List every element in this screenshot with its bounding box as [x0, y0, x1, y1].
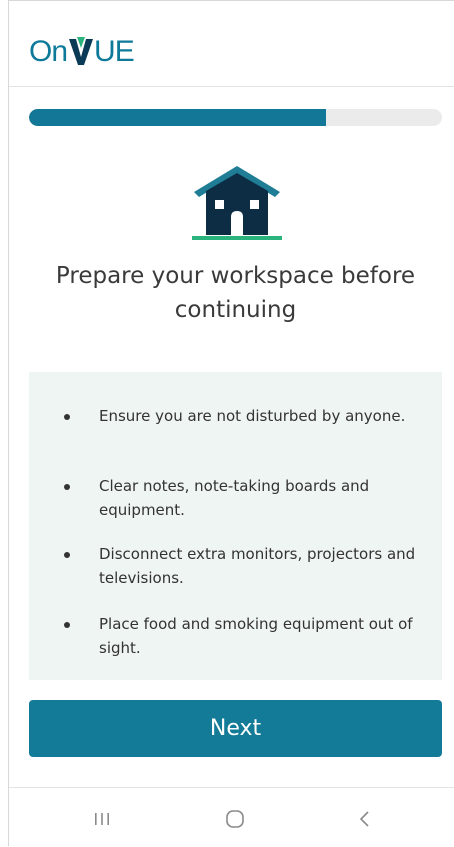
system-navigation-bar — [9, 787, 454, 847]
back-icon[interactable] — [345, 804, 385, 834]
checklist-item-text: Ensure you are not disturbed by anyone. — [99, 407, 406, 425]
logo-text-ue: UE — [94, 35, 135, 68]
checklist-item-text: Clear notes, note-taking boards and equi… — [99, 477, 370, 519]
recent-apps-icon[interactable] — [82, 804, 122, 834]
bullet-icon — [64, 414, 70, 420]
house-icon — [190, 164, 284, 244]
bullet-icon — [64, 484, 70, 490]
app-window: On UE Prepare your workspace before cont… — [8, 0, 454, 847]
logo-v-mark-icon — [68, 35, 94, 67]
onvue-logo: On UE — [29, 27, 135, 68]
workspace-checklist: Ensure you are not disturbed by anyone. … — [29, 372, 442, 680]
progress-bar — [29, 109, 442, 126]
home-icon[interactable] — [215, 804, 255, 834]
logo-text-on: On — [29, 35, 68, 68]
next-button[interactable]: Next — [29, 700, 442, 757]
progress-fill — [29, 109, 327, 126]
checklist-item-text: Place food and smoking equipment out of … — [99, 615, 413, 657]
page-title: Prepare your workspace before continuing — [55, 263, 416, 323]
bullet-icon — [64, 622, 70, 628]
bullet-icon — [64, 552, 70, 558]
app-header: On UE — [9, 1, 454, 87]
checklist-item-text: Disconnect extra monitors, projectors an… — [99, 545, 416, 587]
